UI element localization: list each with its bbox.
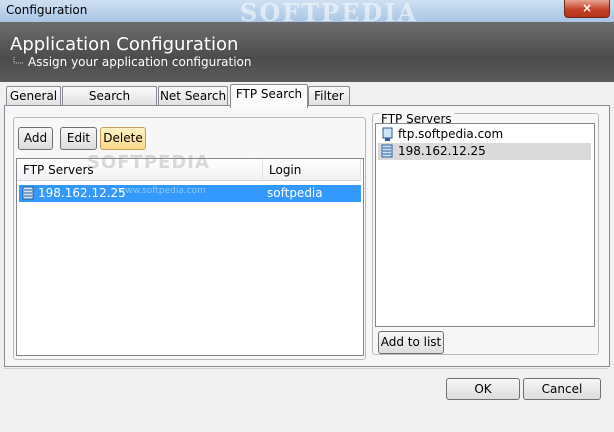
tab-panel: Add Edit Delete FTP Servers Login SOFTPE… <box>4 105 610 367</box>
header-title: Application Configuration <box>10 34 239 55</box>
tab-general[interactable]: General <box>6 86 61 107</box>
tab-filter[interactable]: Filter <box>308 86 350 107</box>
server-icon <box>22 186 34 200</box>
ftp-servers-group: Add Edit Delete FTP Servers Login SOFTPE… <box>13 117 366 360</box>
row-watermark: www.softpedia.com <box>118 186 206 196</box>
list-item-label: ftp.softpedia.com <box>398 127 504 141</box>
add-button[interactable]: Add <box>18 127 53 150</box>
ok-button[interactable]: OK <box>446 378 520 400</box>
cancel-button[interactable]: Cancel <box>523 378 601 400</box>
close-button[interactable]: × <box>564 0 610 18</box>
window-title: Configuration <box>6 3 88 17</box>
tab-net-search[interactable]: Net Search <box>158 86 228 107</box>
row-server-cell: 198.162.12.25 <box>38 186 126 200</box>
ftp-servers-list[interactable]: FTP Servers Login SOFTPEDIA 198.162.12.2… <box>16 152 364 356</box>
ftp-servers-listbox[interactable]: ftp.softpedia.com 198.162.12.25 <box>375 123 595 327</box>
column-header-login[interactable]: Login <box>263 159 361 181</box>
list-item[interactable]: ftp.softpedia.com <box>378 126 591 143</box>
footer-divider <box>4 368 608 369</box>
tab-search-settings[interactable]: Search Settings <box>62 86 157 122</box>
header-banner: Application Configuration Assign your ap… <box>0 22 614 82</box>
delete-button[interactable]: Delete <box>100 127 146 150</box>
title-bar: Configuration SOFTPEDIA × <box>0 0 614 27</box>
ftp-servers-panel: FTP Servers ftp.softpedia.com 198.162.12… <box>372 107 599 355</box>
edit-button[interactable]: Edit <box>60 127 97 150</box>
tree-dots-icon <box>13 57 24 64</box>
add-to-list-button[interactable]: Add to list <box>378 331 444 354</box>
row-login-cell: softpedia <box>267 186 323 200</box>
table-row[interactable]: 198.162.12.25 softpedia www.softpedia.co… <box>19 185 361 202</box>
ftp-servers-fieldset: FTP Servers ftp.softpedia.com 198.162.12… <box>372 112 599 355</box>
list-watermark: SOFTPEDIA <box>87 152 210 173</box>
dialog-footer: OK Cancel <box>4 368 608 428</box>
header-subtitle: Assign your application configuration <box>28 55 252 69</box>
main-area: General Search Settings Net Search FTP S… <box>0 82 614 432</box>
list-item[interactable]: 198.162.12.25 <box>378 143 591 160</box>
server-icon <box>382 127 393 141</box>
server-icon <box>381 144 393 158</box>
tab-ftp-search[interactable]: FTP Search <box>230 84 308 108</box>
list-item-label: 198.162.12.25 <box>398 144 486 158</box>
